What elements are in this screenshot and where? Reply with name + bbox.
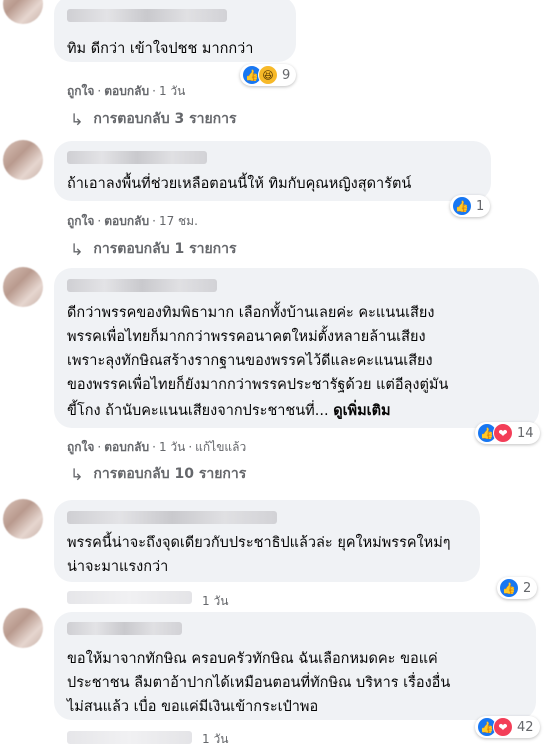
avatar[interactable] [3,0,43,24]
view-replies-link[interactable]: ↳ การตอบกลับ 10 รายการ [70,463,246,485]
reaction-count: 1 [476,198,485,214]
comment-text: ทิม ดีกว่า เข้าใจปชช มากกว่า [67,41,254,57]
reaction-summary[interactable]: 👍 😆 9 [240,64,297,86]
avatar[interactable] [3,140,43,180]
commenter-name[interactable] [67,151,207,164]
avatar[interactable] [3,499,43,539]
timestamp[interactable]: 17 ชม. [159,214,198,228]
avatar[interactable] [3,267,43,307]
commenter-name[interactable] [67,279,217,292]
comment-text-line: ดีกว่าพรรคของทิมพิธามาก เลือกทั้งบ้านเลย… [67,305,435,321]
edited-label[interactable]: แก้ไขแล้ว [195,440,246,454]
comment-text-line: น่าจะมาแรงกว่า [67,559,169,575]
separator: · [97,440,102,454]
like-link[interactable]: ถูกใจ [67,84,94,98]
reply-arrow-icon: ↳ [70,464,84,484]
comment: ทิม ดีกว่า เข้าใจปชช มากกว่า 👍 😆 9 ถูกใจ… [0,0,549,130]
reaction-count: 9 [282,67,291,83]
love-icon: ❤ [493,423,513,443]
comment-text-line: ไม่สนแล้ว เบื่อ ขอแค่มีเงินเข้ากระเป๋าพอ [67,699,319,715]
comment-text-line: เพราะลุงทักษิณสร้างรากฐานของพรรคไว้ดีและ… [67,353,433,369]
commenter-name[interactable] [67,511,277,524]
timestamp[interactable]: 1 วัน [159,440,185,454]
timestamp[interactable]: 1 วัน [202,594,228,608]
comment-text-line: ประชาชน ลืมตาอ้าปากได้เหมือนตอนที่ทักษิณ… [67,675,451,691]
like-link[interactable]: ถูกใจ [67,440,94,454]
love-icon: ❤ [493,717,513,737]
commenter-name[interactable] [67,622,182,635]
comment-actions: 1 วัน [202,730,228,749]
replies-label: การตอบกลับ 3 รายการ [93,111,237,127]
timestamp[interactable]: 1 วัน [202,732,228,746]
blurred-actions [67,731,192,744]
haha-icon: 😆 [258,65,278,85]
comment-text-line: ขี้โกง ถ้านับคะแนนเสียงจากประชาชนที่... … [67,400,391,422]
reaction-summary[interactable]: 👍 1 [450,195,491,217]
comment-text-line: ของพรรคเพื่อไทยก็ยังมากกว่าพรรคประชารัฐด… [67,377,449,393]
blurred-actions [67,591,192,604]
separator: · [97,84,102,98]
comment-text: ถ้าเอาลงพื้นที่ช่วยเหลือตอนนี้ให้ ทิมกับ… [67,176,412,192]
comment-text-line: ขอให้มาจากทักษิณ ครอบครัวทักษิณ ฉันเลือก… [67,651,438,667]
comment-actions: ถูกใจ · ตอบกลับ · 1 วัน · แก้ไขแล้ว [67,438,246,457]
comment-text-line: พรรคนี้น่าจะถึงจุดเดียวกับประชาธิปแล้วล่… [67,535,451,551]
reply-link[interactable]: ตอบกลับ [104,440,149,454]
separator: · [97,214,102,228]
reply-arrow-icon: ↳ [70,239,84,259]
comment-text-line: พรรคเพื่อไทยก็มากกว่าพรรคอนาคตใหม่ตั้งหล… [67,329,426,345]
see-more-link[interactable]: ดูเพิ่มเติม [333,403,390,419]
comment-actions: 1 วัน [202,592,228,611]
reaction-summary[interactable]: 👍 2 [497,577,538,599]
like-link[interactable]: ถูกใจ [67,214,94,228]
reply-link[interactable]: ตอบกลับ [104,84,149,98]
replies-label: การตอบกลับ 10 รายการ [93,466,247,482]
reply-link[interactable]: ตอบกลับ [104,214,149,228]
timestamp[interactable]: 1 วัน [159,84,185,98]
reply-arrow-icon: ↳ [70,109,84,129]
separator: · [152,84,156,98]
like-icon: 👍 [452,196,472,216]
commenter-name[interactable] [67,9,227,22]
avatar[interactable] [3,608,43,648]
view-replies-link[interactable]: ↳ การตอบกลับ 1 รายการ [70,238,237,260]
reaction-summary[interactable]: 👍 ❤ 42 [475,716,540,738]
reaction-count: 42 [517,719,534,735]
replies-label: การตอบกลับ 1 รายการ [93,241,237,257]
reaction-count: 2 [523,580,532,596]
separator: · [152,440,156,454]
reaction-summary[interactable]: 👍 ❤ 14 [475,422,540,444]
comment-actions: ถูกใจ · ตอบกลับ · 1 วัน [67,82,185,101]
comment-text-truncated: ขี้โกง ถ้านับคะแนนเสียงจากประชาชนที่... [67,403,329,419]
separator: · [188,440,193,454]
comment-actions: ถูกใจ · ตอบกลับ · 17 ชม. [67,212,198,231]
reaction-count: 14 [517,425,534,441]
view-replies-link[interactable]: ↳ การตอบกลับ 3 รายการ [70,108,237,130]
separator: · [152,214,156,228]
like-icon: 👍 [499,578,519,598]
